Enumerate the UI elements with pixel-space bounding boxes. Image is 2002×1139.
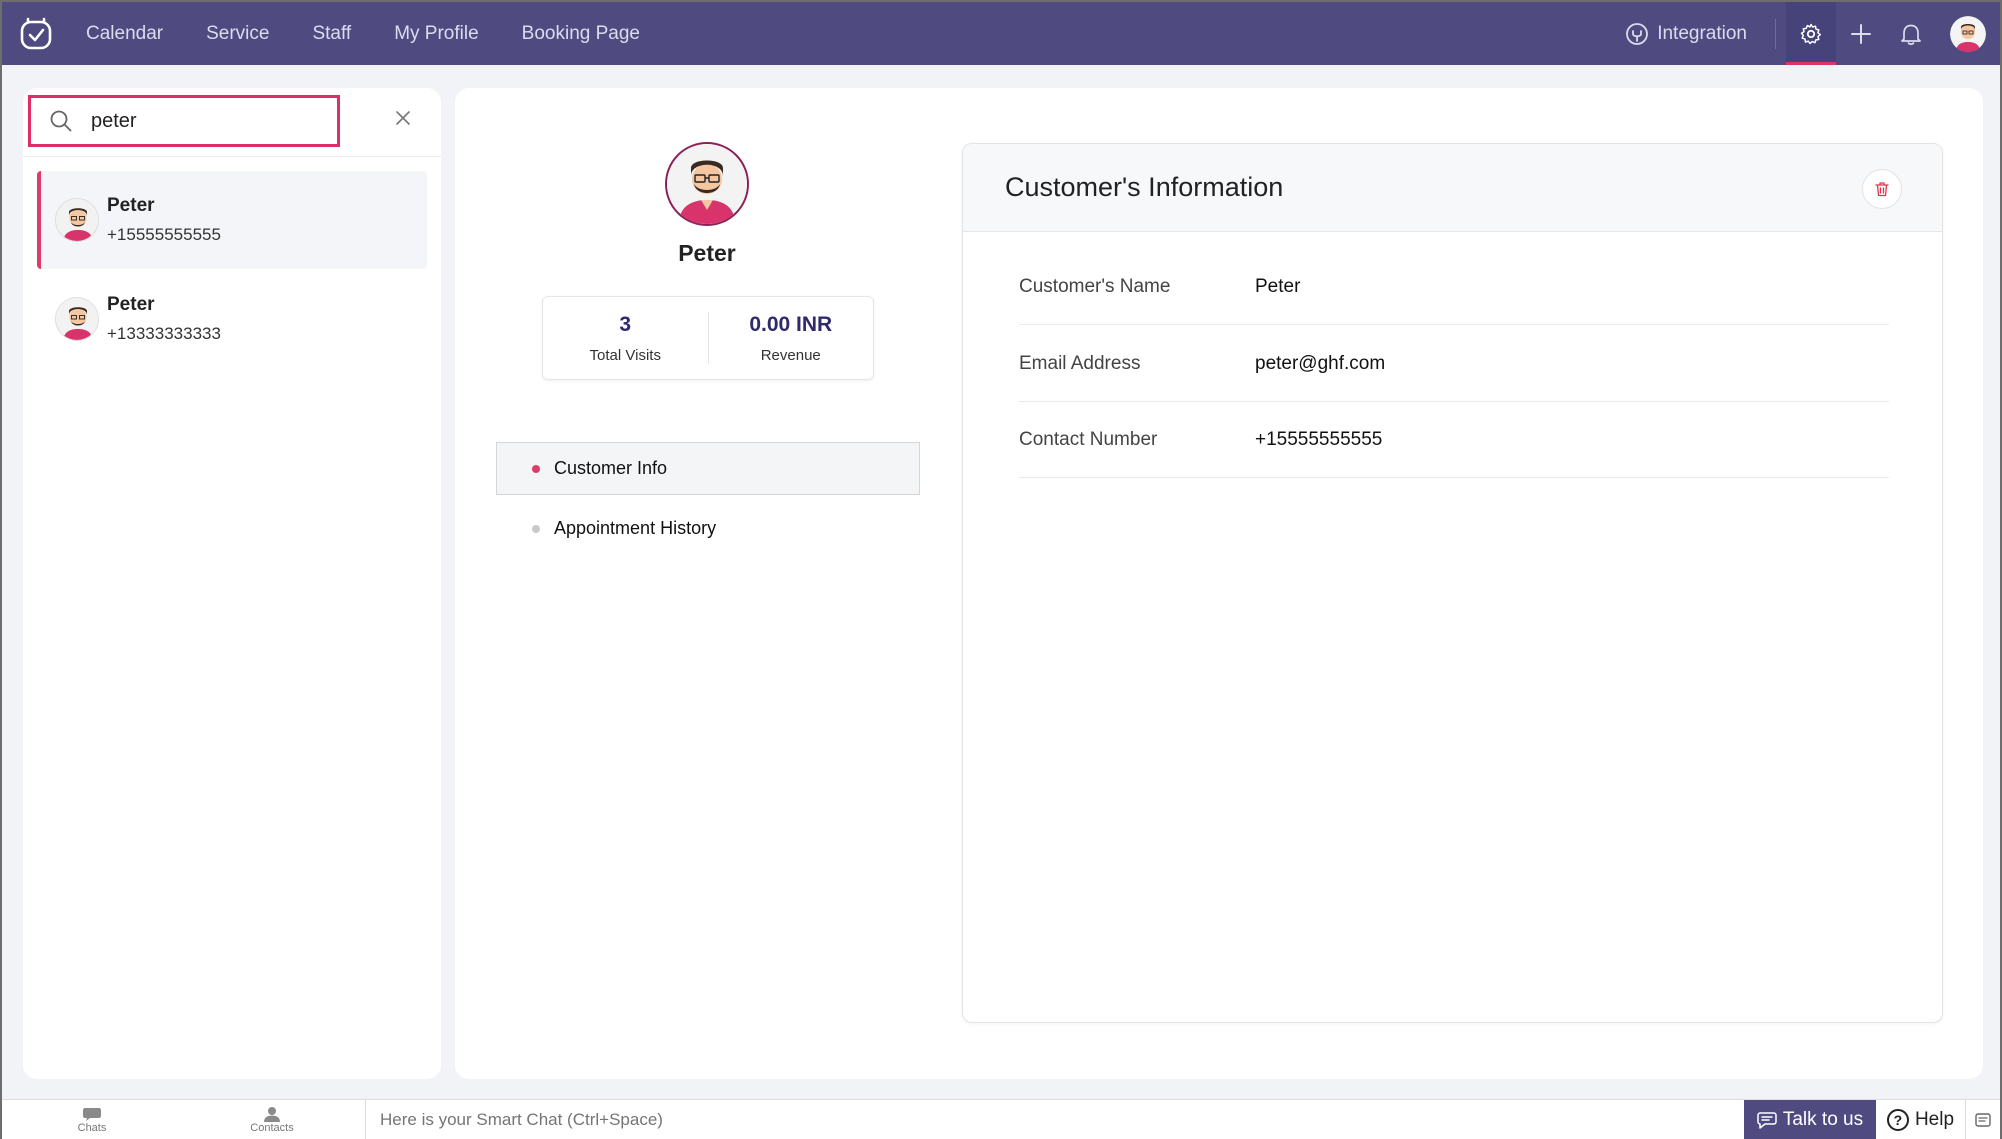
customer-list-panel: Peter +15555555555 Peter +13333333333 — [23, 88, 441, 1079]
tab-dot — [532, 464, 540, 473]
info-value: peter@ghf.com — [1255, 352, 1386, 374]
info-row-email: Email Address peter@ghf.com — [1019, 326, 1889, 402]
profile-avatar-icon — [667, 144, 747, 224]
talk-to-us-button[interactable]: Talk to us — [1744, 1100, 1876, 1139]
trash-icon — [1875, 182, 1889, 197]
contacts-label: Contacts — [250, 1121, 294, 1134]
total-visits-stat: 3 Total Visits — [543, 313, 708, 364]
search-divider — [23, 156, 441, 157]
info-label: Contact Number — [1019, 428, 1158, 450]
tab-appointment-history[interactable]: Appointment History — [496, 502, 920, 555]
profile-avatar — [665, 142, 749, 226]
total-visits-label: Total Visits — [589, 346, 661, 364]
add-button[interactable] — [1836, 2, 1886, 65]
nav-booking-page[interactable]: Booking Page — [522, 23, 640, 45]
customer-list-item[interactable]: Peter +15555555555 — [37, 171, 427, 269]
customer-avatar — [55, 297, 99, 341]
help-button[interactable]: ? Help — [1876, 1100, 1966, 1139]
chats-label: Chats — [77, 1121, 107, 1134]
nav-divider — [1775, 18, 1776, 49]
customer-name: Peter — [107, 195, 155, 216]
chats-tab[interactable]: Chats — [2, 1100, 182, 1139]
customer-list-item[interactable]: Peter +13333333333 — [37, 270, 427, 368]
revenue-value: 0.00 INR — [749, 312, 833, 336]
revenue-label: Revenue — [760, 346, 821, 364]
chat-window-button[interactable] — [1966, 1100, 2000, 1139]
customer-detail-panel: Peter 3 Total Visits 0.00 INR Revenue Cu… — [455, 88, 1983, 1079]
app-logo-icon[interactable] — [18, 16, 54, 52]
stats-card: 3 Total Visits 0.00 INR Revenue — [542, 296, 874, 380]
settings-icon — [1800, 23, 1822, 44]
settings-button[interactable] — [1786, 2, 1836, 65]
contact-person-icon — [264, 1106, 280, 1122]
customer-text: Peter +13333333333 — [107, 294, 221, 344]
nav-my-profile[interactable]: My Profile — [394, 23, 478, 45]
profile-name: Peter — [678, 240, 736, 266]
customer-avatar-icon — [56, 298, 98, 340]
search-input[interactable] — [91, 109, 311, 133]
integration-button[interactable]: Integration — [1625, 22, 1747, 46]
info-label: Email Address — [1019, 352, 1141, 374]
revenue-stat: 0.00 INR Revenue — [709, 313, 874, 364]
info-card-title: Customer's Information — [1005, 172, 1284, 202]
user-avatar[interactable] — [1950, 15, 1986, 52]
chat-window-icon — [1975, 1112, 1991, 1127]
delete-customer-button[interactable] — [1862, 169, 1902, 209]
plus-icon — [1851, 23, 1871, 44]
customer-avatar-icon — [56, 199, 98, 241]
top-nav-bar: Calendar Service Staff My Profile Bookin… — [2, 2, 2000, 65]
tab-label: Appointment History — [554, 518, 717, 538]
search-icon — [50, 110, 72, 132]
help-question-icon: ? — [1886, 1108, 1909, 1131]
customer-phone: +13333333333 — [107, 324, 221, 343]
tab-label: Customer Info — [554, 458, 668, 478]
integration-label: Integration — [1657, 22, 1747, 44]
message-icon — [1757, 1111, 1777, 1129]
nav-calendar[interactable]: Calendar — [86, 23, 163, 45]
tab-dot — [532, 524, 540, 533]
contacts-tab[interactable]: Contacts — [182, 1100, 362, 1139]
user-avatar-icon — [1950, 15, 1986, 52]
customer-phone: +15555555555 — [107, 225, 221, 244]
tab-customer-info[interactable]: Customer Info — [496, 442, 920, 495]
smart-chat-input[interactable] — [366, 1100, 1744, 1139]
info-value: Peter — [1255, 275, 1301, 297]
customer-info-card: Customer's Information Customer's Name P… — [962, 143, 1943, 1023]
info-value: +15555555555 — [1255, 428, 1383, 450]
info-row-contact: Contact Number +15555555555 — [1019, 402, 1889, 478]
help-label: Help — [1914, 1108, 1955, 1130]
nav-staff[interactable]: Staff — [312, 23, 351, 45]
bottom-bar: Chats Contacts Talk to us ? Help — [2, 1099, 2000, 1139]
talk-to-us-label: Talk to us — [1782, 1108, 1864, 1130]
notifications-button[interactable] — [1886, 2, 1936, 65]
customer-name: Peter — [107, 294, 155, 315]
clear-search-icon[interactable] — [395, 110, 411, 126]
customer-text: Peter +15555555555 — [107, 195, 221, 245]
chat-bubble-icon — [83, 1107, 101, 1121]
info-label: Customer's Name — [1019, 275, 1171, 297]
info-card-header: Customer's Information — [963, 144, 1942, 232]
nav-service[interactable]: Service — [206, 23, 269, 45]
total-visits-value: 3 — [619, 312, 632, 336]
bell-icon — [1901, 24, 1921, 45]
info-row-name: Customer's Name Peter — [1019, 249, 1889, 325]
customer-avatar — [55, 198, 99, 242]
search-box[interactable] — [28, 95, 340, 147]
integration-icon — [1626, 22, 1649, 45]
